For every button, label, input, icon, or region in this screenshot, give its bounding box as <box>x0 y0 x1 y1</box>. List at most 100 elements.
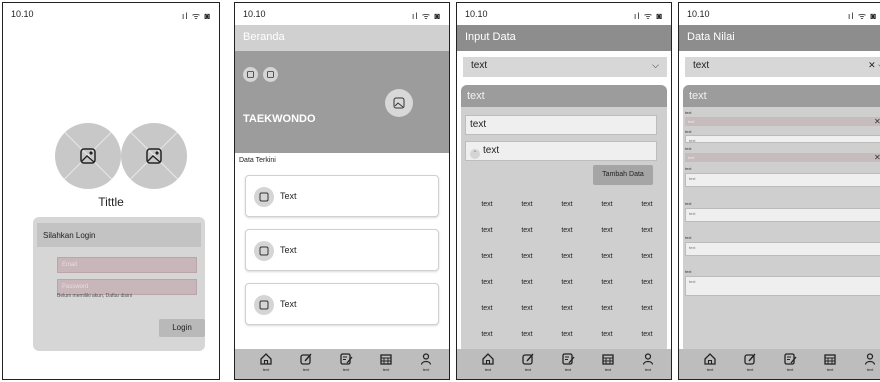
score-select[interactable]: text ✕ ⌵ <box>685 117 880 126</box>
calendar-icon <box>602 354 614 365</box>
nav-label: text <box>786 367 794 372</box>
attachment-value: text <box>483 145 500 156</box>
section-title: Data Terkini <box>239 157 276 164</box>
nav-label: text <box>262 367 270 372</box>
status-time: 10.10 <box>465 9 488 19</box>
nav-label: text <box>746 367 754 372</box>
nav-note[interactable]: text <box>331 352 361 372</box>
list-item[interactable]: Text <box>245 229 439 271</box>
nav-calendar[interactable]: text <box>593 352 623 372</box>
nav-home[interactable]: text <box>695 352 725 372</box>
grid-cell: text <box>561 227 573 234</box>
score-panel: text text text ✕ ⌵ text text✕ text text ✕ … <box>683 85 880 353</box>
score-select[interactable]: text ✕ ⌵ <box>685 153 880 162</box>
input-value: text <box>689 245 696 250</box>
grid-cell: text <box>601 279 613 286</box>
appbar-title: Input Data <box>457 25 671 51</box>
field-label: text <box>685 201 692 206</box>
nav-label: text <box>524 367 532 372</box>
edit-icon <box>744 353 756 365</box>
category-dropdown[interactable]: text ⌵ <box>463 57 667 77</box>
nav-label: text <box>866 367 874 372</box>
input-value: text <box>689 211 696 216</box>
login-heading: Silahkan Login <box>37 223 201 247</box>
list-item[interactable]: Text <box>245 283 439 325</box>
banner-image-button[interactable] <box>385 89 413 117</box>
nav-profile[interactable]: text <box>633 352 663 372</box>
note-edit-icon <box>562 353 575 365</box>
list-item[interactable]: Text <box>245 175 439 217</box>
grid-cell: text <box>481 279 493 286</box>
score-input[interactable]: text <box>685 242 880 256</box>
nav-calendar[interactable]: text <box>371 352 401 372</box>
nav-label: text <box>564 367 572 372</box>
bottom-nav: text text text text text <box>457 349 671 379</box>
select-value: text <box>688 119 695 124</box>
grid-cell: text <box>481 253 493 260</box>
category-dropdown[interactable]: text ✕ ⌵ <box>685 57 880 77</box>
nav-home[interactable]: text <box>473 352 503 372</box>
status-icons: ıl ᯤ ◙ <box>633 11 663 21</box>
attachment-icon: ▫ <box>470 149 480 159</box>
edit-icon <box>522 353 534 365</box>
home-icon <box>482 353 494 365</box>
nav-edit[interactable]: text <box>513 352 543 372</box>
banner-dot-1 <box>243 67 258 82</box>
grid-cell: text <box>601 305 613 312</box>
email-field[interactable]: Email <box>57 257 197 273</box>
grid-cell: text <box>641 305 653 312</box>
score-input[interactable]: text✕ <box>685 135 880 143</box>
select-value: text <box>688 155 695 160</box>
status-time: 10.10 <box>687 9 710 19</box>
register-link[interactable]: Belum memiliki akun, Daftar disini <box>57 293 132 299</box>
nav-note[interactable]: text <box>775 352 805 372</box>
grid-cell: text <box>561 331 573 338</box>
input-value: text <box>689 138 696 143</box>
grid-cell: text <box>521 253 533 260</box>
nav-profile[interactable]: text <box>855 352 880 372</box>
score-input[interactable]: text <box>685 208 880 222</box>
appbar-title: Beranda <box>235 25 449 51</box>
attachment-input[interactable]: ▫ text <box>465 141 657 161</box>
grid-cell: text <box>561 253 573 260</box>
add-data-button[interactable]: Tambah Data <box>593 165 653 185</box>
status-bar: 10.10 ıl ᯤ ◙ <box>235 3 449 23</box>
calendar-icon <box>824 354 836 365</box>
field-label: text <box>685 235 692 240</box>
banner: TAEKWONDO <box>235 51 449 153</box>
nav-edit[interactable]: text <box>291 352 321 372</box>
clear-and-chevron-icon[interactable]: ✕ ⌵ <box>874 153 880 163</box>
bottom-nav: text text text text text <box>679 349 880 379</box>
score-input[interactable]: text <box>685 173 880 187</box>
image-placeholder-right <box>121 123 187 189</box>
nav-note[interactable]: text <box>553 352 583 372</box>
chevron-down-icon: ⌵ <box>652 60 659 70</box>
grid-cell: text <box>601 331 613 338</box>
nav-calendar[interactable]: text <box>815 352 845 372</box>
bottom-nav: text text text text text <box>235 349 449 379</box>
clear-and-chevron-icon[interactable]: ✕ ⌵ <box>874 117 880 127</box>
nav-label: text <box>382 367 390 372</box>
grid-cell: text <box>481 227 493 234</box>
image-icon <box>146 148 162 164</box>
nav-profile[interactable]: text <box>411 352 441 372</box>
text-input[interactable]: text <box>465 115 657 135</box>
grid-cell: text <box>561 201 573 208</box>
score-input[interactable]: text <box>685 276 880 296</box>
grid-cell: text <box>641 279 653 286</box>
item-icon <box>254 187 274 207</box>
grid-cell: text <box>601 227 613 234</box>
nav-edit[interactable]: text <box>735 352 765 372</box>
grid-cell: text <box>641 201 653 208</box>
login-button[interactable]: Login <box>159 319 205 337</box>
status-bar: 10.10 ıl ᯤ ◙ <box>457 3 671 23</box>
nav-label: text <box>644 367 652 372</box>
item-label: Text <box>280 191 297 201</box>
field-label: text <box>685 129 692 134</box>
input-panel: text text ▫ text Tambah Data text text text… <box>461 85 667 353</box>
nav-home[interactable]: text <box>251 352 281 372</box>
grid-cell: text <box>601 201 613 208</box>
grid-cell: text <box>481 201 493 208</box>
note-edit-icon <box>784 353 797 365</box>
clear-and-chevron-icon: ✕ ⌵ <box>868 60 880 70</box>
